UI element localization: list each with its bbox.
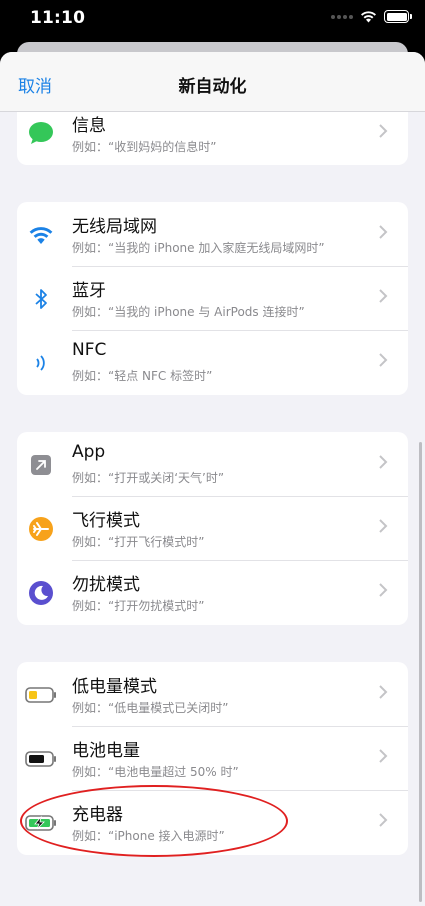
nfc-icon [28,350,54,376]
row-subtitle: 例如：“低电量模式已关闭时” [72,701,229,715]
bluetooth-icon [28,286,54,312]
row-title: App [72,442,106,462]
row-wifi[interactable]: 无线局域网 例如：“当我的 iPhone 加入家庭无线局域网时” [17,202,408,266]
chevron-right-icon [379,289,388,303]
row-charger[interactable]: 充电器 例如：“iPhone 接入电源时” [17,790,408,854]
row-do-not-disturb[interactable]: 勿扰模式 例如：“打开勿扰模式时” [17,560,408,624]
page-title: 新自动化 [178,77,247,97]
row-title: 无线局域网 [72,217,157,237]
row-bluetooth[interactable]: 蓝牙 例如：“当我的 iPhone 与 AirPods 连接时” [17,266,408,330]
chevron-right-icon [379,124,388,138]
app-icon [28,452,54,478]
row-title: 飞行模式 [72,511,140,531]
row-low-power-mode[interactable]: 低电量模式 例如：“低电量模式已关闭时” [17,662,408,726]
row-title: 低电量模式 [72,677,157,697]
new-automation-sheet: 取消 新自动化 信息 例如：“收到妈妈的信息时” 无线局域网 例如：“当我的 i… [0,52,425,906]
chevron-right-icon [379,519,388,533]
group-connectivity: 无线局域网 例如：“当我的 iPhone 加入家庭无线局域网时” 蓝牙 例如：“… [17,202,408,395]
chevron-right-icon [379,225,388,239]
low-battery-icon [25,682,57,708]
row-subtitle: 例如：“iPhone 接入电源时” [72,829,225,843]
battery-status-icon [384,10,412,23]
row-title: 电池电量 [72,741,140,761]
row-subtitle: 例如：“当我的 iPhone 与 AirPods 连接时” [72,305,305,319]
chevron-right-icon [379,685,388,699]
row-subtitle: 例如：“收到妈妈的信息时” [72,140,217,154]
airplane-icon [28,516,54,542]
battery-icon [25,746,57,772]
row-title: 勿扰模式 [72,575,140,595]
group-modes: App 例如：“打开或关闭‘天气’时” 飞行模式 例如：“打开飞行模式时” 勿扰… [17,432,408,625]
row-title: NFC [72,340,107,360]
chevron-right-icon [379,583,388,597]
row-nfc[interactable]: NFC 例如：“轻点 NFC 标签时” [17,330,408,394]
chevron-right-icon [379,813,388,827]
status-indicators [331,10,412,23]
status-bar: 11:10 [0,0,425,40]
charging-icon [25,810,57,836]
status-time: 11:10 [30,8,86,28]
message-icon [28,120,54,146]
row-battery-level[interactable]: 电池电量 例如：“电池电量超过 50% 时” [17,726,408,790]
row-subtitle: 例如：“电池电量超过 50% 时” [72,765,239,779]
row-airplane-mode[interactable]: 飞行模式 例如：“打开飞行模式时” [17,496,408,560]
row-title: 充电器 [72,805,123,825]
navigation-bar: 取消 新自动化 [0,52,425,112]
row-subtitle: 例如：“打开或关闭‘天气’时” [72,471,225,485]
group-battery: 低电量模式 例如：“低电量模式已关闭时” 电池电量 例如：“电池电量超过 50%… [17,662,408,855]
row-subtitle: 例如：“打开飞行模式时” [72,535,205,549]
chevron-right-icon [379,749,388,763]
row-app[interactable]: App 例如：“打开或关闭‘天气’时” [17,432,408,496]
signal-icon [331,14,353,19]
row-title: 信息 [72,116,106,136]
wifi-icon [28,222,54,248]
scrollbar[interactable] [419,442,422,902]
wifi-status-icon [361,11,376,23]
chevron-right-icon [379,455,388,469]
row-subtitle: 例如：“当我的 iPhone 加入家庭无线局域网时” [72,241,325,255]
moon-icon [28,580,54,606]
row-title: 蓝牙 [72,281,106,301]
row-subtitle: 例如：“轻点 NFC 标签时” [72,369,213,383]
row-subtitle: 例如：“打开勿扰模式时” [72,599,205,613]
chevron-right-icon [379,353,388,367]
